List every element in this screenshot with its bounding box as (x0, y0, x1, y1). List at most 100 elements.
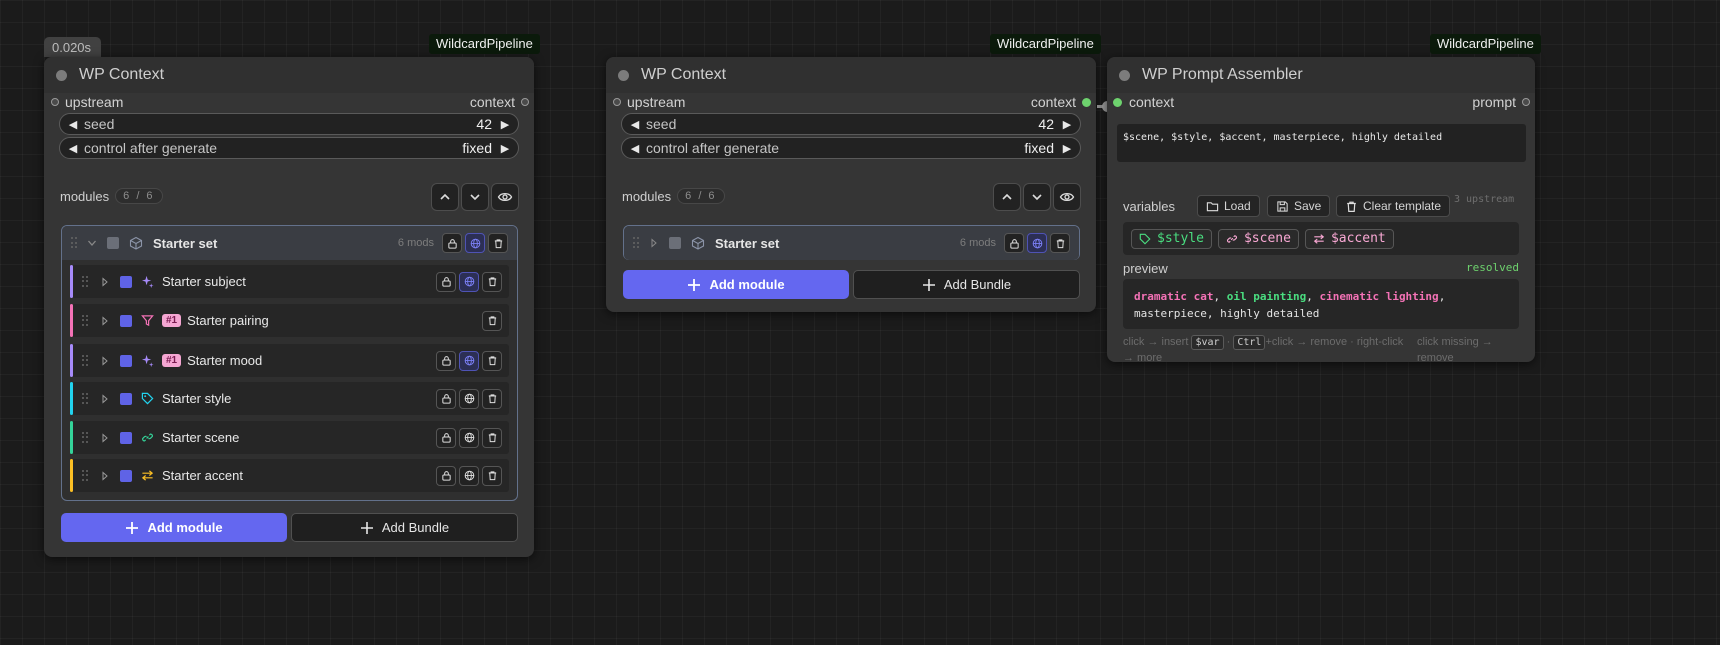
module-color-swatch[interactable] (120, 314, 132, 327)
module-color-swatch[interactable] (120, 392, 132, 405)
lock-button[interactable] (442, 233, 462, 253)
drag-handle-icon[interactable] (82, 392, 90, 405)
lock-button[interactable] (436, 388, 456, 409)
drag-handle-icon[interactable] (82, 314, 90, 327)
next-arrow-icon[interactable]: ▶ (498, 142, 512, 155)
move-down-button[interactable] (461, 183, 489, 211)
upstream-input[interactable]: upstream (613, 92, 685, 112)
prev-arrow-icon[interactable]: ◀ (628, 142, 642, 155)
chevron-right-icon[interactable] (100, 315, 110, 326)
module-row[interactable]: Starter scene (70, 421, 509, 454)
node-header[interactable]: WP Context (606, 57, 1096, 93)
global-button[interactable] (459, 388, 479, 409)
module-row[interactable]: #1 Starter pairing (70, 304, 509, 337)
preview-toggle-button[interactable] (1053, 183, 1081, 211)
seed-value[interactable]: 42 (476, 116, 492, 132)
lock-button[interactable] (1004, 233, 1024, 253)
preview-toggle-button[interactable] (491, 183, 519, 211)
global-button[interactable] (459, 271, 479, 292)
module-set-collapsed[interactable]: Starter set 6 mods (623, 225, 1080, 260)
drag-handle-icon[interactable] (71, 237, 79, 249)
module-row[interactable]: Starter subject (70, 265, 509, 298)
collapse-dot-icon[interactable] (56, 69, 67, 81)
delete-button[interactable] (482, 310, 502, 331)
chevron-right-icon[interactable] (100, 276, 110, 287)
module-color-swatch[interactable] (120, 275, 132, 288)
template-textarea[interactable]: $scene, $style, $accent, masterpiece, hi… (1117, 124, 1526, 162)
output-socket-icon[interactable] (521, 98, 529, 106)
output-socket-icon[interactable] (1082, 97, 1091, 107)
output-socket-icon[interactable] (1522, 98, 1530, 106)
global-button[interactable] (459, 350, 479, 371)
drag-handle-icon[interactable] (82, 275, 90, 288)
chevron-down-icon[interactable] (87, 238, 97, 248)
seed-widget[interactable]: ◀ seed 42 ▶ (621, 113, 1081, 135)
move-up-button[interactable] (993, 183, 1021, 211)
control-after-generate-widget[interactable]: ◀ control after generate fixed ▶ (59, 137, 519, 159)
prompt-output[interactable]: prompt (1472, 92, 1530, 112)
delete-button[interactable] (1050, 233, 1070, 253)
set-color-swatch[interactable] (107, 237, 119, 249)
input-socket-icon[interactable] (51, 98, 59, 106)
increment-arrow-icon[interactable]: ▶ (498, 118, 512, 131)
collapse-dot-icon[interactable] (1119, 69, 1130, 81)
collapse-dot-icon[interactable] (618, 69, 629, 81)
lock-button[interactable] (436, 465, 456, 486)
control-value[interactable]: fixed (462, 140, 492, 156)
input-socket-icon[interactable] (613, 98, 621, 106)
upstream-input[interactable]: upstream (51, 92, 123, 112)
save-button[interactable]: Save (1267, 195, 1331, 217)
lock-button[interactable] (436, 427, 456, 448)
chevron-right-icon[interactable] (649, 238, 659, 248)
delete-button[interactable] (482, 271, 502, 292)
drag-handle-icon[interactable] (82, 469, 90, 482)
global-button[interactable] (1027, 233, 1047, 253)
global-button[interactable] (459, 465, 479, 486)
chevron-right-icon[interactable] (100, 393, 110, 404)
delete-button[interactable] (488, 233, 508, 253)
set-header[interactable]: Starter set 6 mods (624, 226, 1079, 260)
context-output[interactable]: context (1031, 92, 1091, 112)
delete-button[interactable] (482, 388, 502, 409)
control-value[interactable]: fixed (1024, 140, 1054, 156)
seed-value[interactable]: 42 (1038, 116, 1054, 132)
module-row[interactable]: #1 Starter mood (70, 344, 509, 377)
wp-context-node[interactable]: WP Context upstream context ◀ seed 42 ▶ … (44, 57, 534, 557)
module-set[interactable]: Starter set 6 mods Starter subject #1 St… (61, 225, 518, 501)
delete-button[interactable] (482, 465, 502, 486)
lock-button[interactable] (436, 271, 456, 292)
next-arrow-icon[interactable]: ▶ (1060, 142, 1074, 155)
add-bundle-button[interactable]: Add Bundle (853, 270, 1080, 299)
lock-button[interactable] (436, 350, 456, 371)
wp-prompt-assembler-node[interactable]: WP Prompt Assembler context prompt $scen… (1107, 57, 1535, 364)
module-color-swatch[interactable] (120, 354, 132, 367)
global-button[interactable] (465, 233, 485, 253)
delete-button[interactable] (482, 427, 502, 448)
global-button[interactable] (459, 427, 479, 448)
node-header[interactable]: WP Prompt Assembler (1107, 57, 1535, 93)
node-header[interactable]: WP Context (44, 57, 534, 93)
load-button[interactable]: Load (1197, 195, 1260, 217)
set-color-swatch[interactable] (669, 237, 681, 249)
module-row[interactable]: Starter style (70, 382, 509, 415)
add-module-button[interactable]: Add module (61, 513, 287, 542)
drag-handle-icon[interactable] (82, 431, 90, 444)
variable-chip[interactable]: $scene (1217, 228, 1299, 249)
module-color-swatch[interactable] (120, 431, 132, 444)
chevron-right-icon[interactable] (100, 355, 110, 366)
set-header[interactable]: Starter set 6 mods (62, 226, 517, 260)
module-color-swatch[interactable] (120, 469, 132, 482)
decrement-arrow-icon[interactable]: ◀ (628, 118, 642, 131)
chevron-right-icon[interactable] (100, 432, 110, 443)
drag-handle-icon[interactable] (82, 354, 90, 367)
drag-handle-icon[interactable] (633, 237, 641, 249)
seed-widget[interactable]: ◀ seed 42 ▶ (59, 113, 519, 135)
context-output[interactable]: context (470, 92, 529, 112)
variable-chip[interactable]: $style (1131, 228, 1212, 249)
prev-arrow-icon[interactable]: ◀ (66, 142, 80, 155)
increment-arrow-icon[interactable]: ▶ (1060, 118, 1074, 131)
variable-chip[interactable]: $accent (1304, 228, 1394, 249)
input-socket-icon[interactable] (1113, 97, 1122, 107)
add-module-button[interactable]: Add module (623, 270, 849, 299)
delete-button[interactable] (482, 350, 502, 371)
